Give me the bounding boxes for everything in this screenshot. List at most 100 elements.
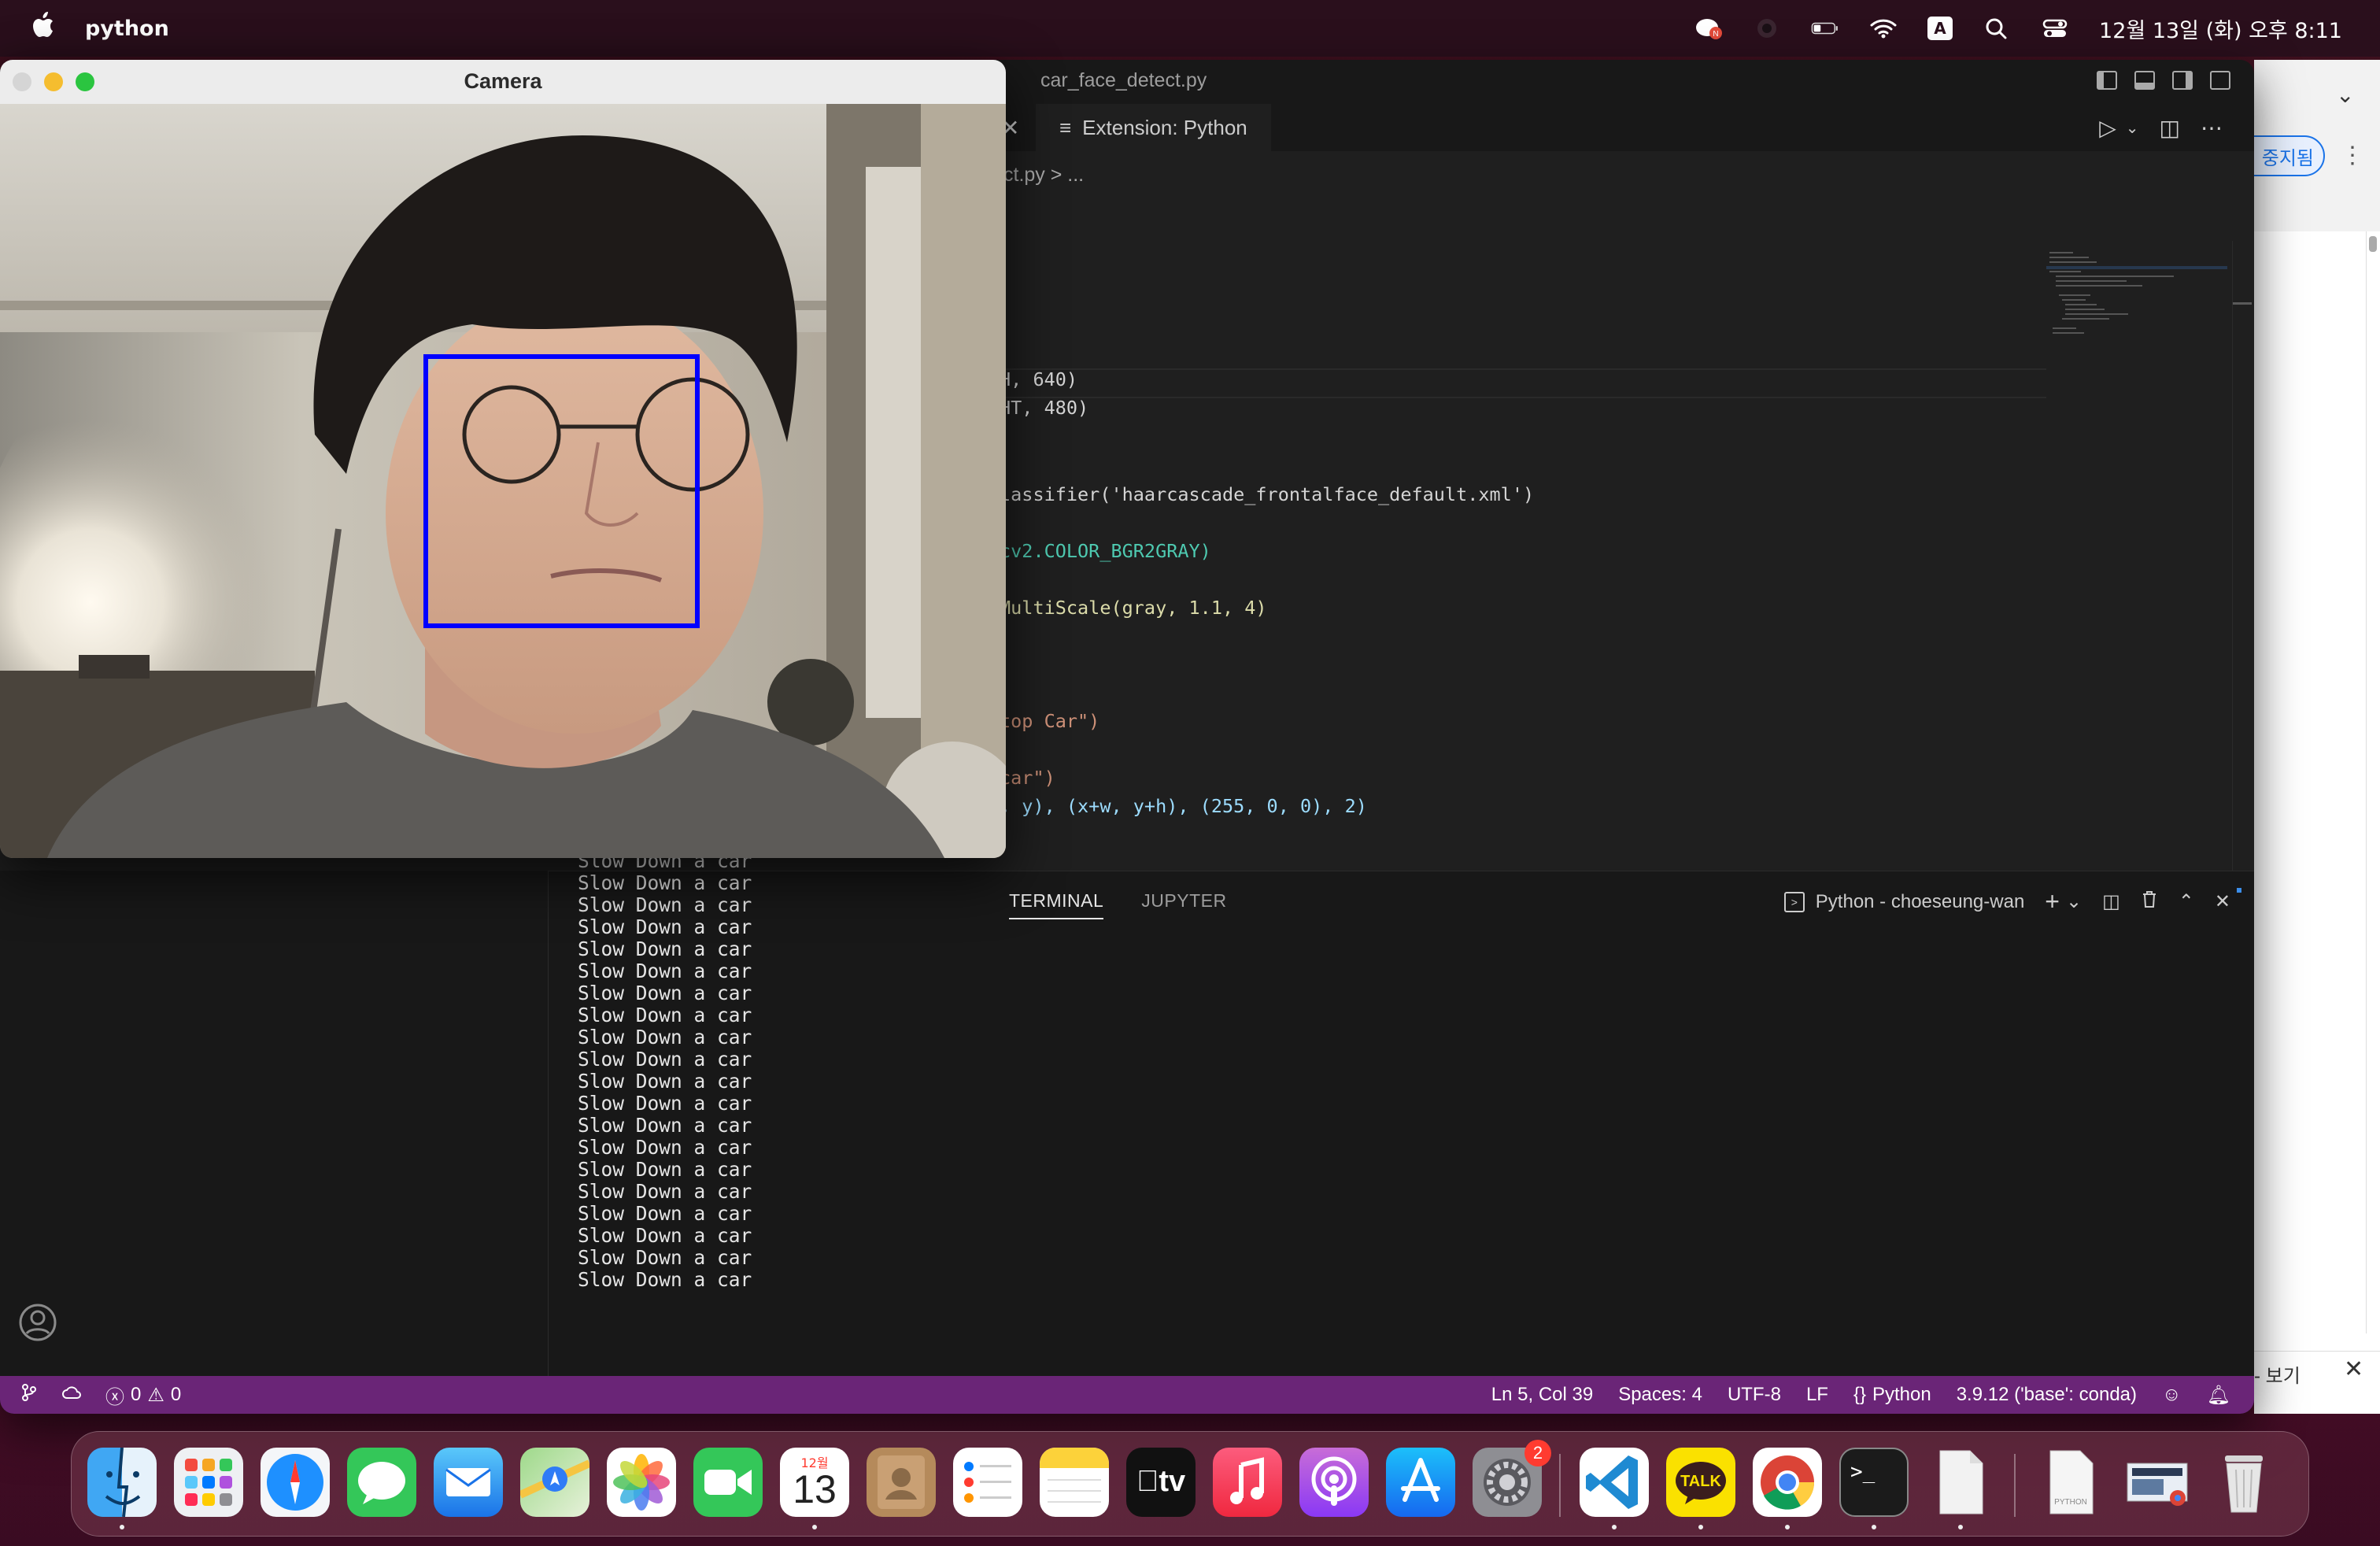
end-of-line[interactable]: LF <box>1806 1384 1828 1406</box>
kakaotalk-status-icon[interactable]: N <box>1694 17 1723 40</box>
launchpad-icon[interactable] <box>174 1448 243 1517</box>
screen-recording-icon[interactable] <box>1753 17 1781 40</box>
kakaotalk-icon[interactable]: TALK <box>1666 1448 1735 1517</box>
more-actions-icon[interactable]: ⋯ <box>2201 115 2223 142</box>
run-icon[interactable]: ▷ <box>2099 115 2116 142</box>
terminal-line: Slow Down a car <box>578 1026 752 1049</box>
code-editor[interactable]: H, 640) HT, 480) lassifier('haarcascade_… <box>1000 194 2070 871</box>
file-encoding[interactable]: UTF-8 <box>1728 1384 1781 1406</box>
menubar-clock[interactable]: 12월 13일 (화) 오후 8:11 <box>2099 13 2342 44</box>
doc-label: PYTHON <box>2054 1498 2087 1507</box>
camera-window: Camera <box>0 60 1006 858</box>
code-text: lassifier('haarcascade_frontalface_defau… <box>1000 483 1535 505</box>
finder-icon[interactable] <box>87 1448 157 1517</box>
chevron-down-icon[interactable]: ⌄ <box>2336 82 2354 108</box>
toggle-secondary-sidebar-icon[interactable] <box>2172 71 2193 90</box>
toggle-sidebar-icon[interactable] <box>2097 71 2117 90</box>
terminal-line: Slow Down a car <box>578 982 752 1004</box>
cursor-position[interactable]: Ln 5, Col 39 <box>1491 1384 1593 1406</box>
apple-menu-icon[interactable] <box>31 12 58 45</box>
accounts-icon[interactable] <box>17 1302 58 1343</box>
notes-icon[interactable] <box>1040 1448 1109 1517</box>
wifi-icon[interactable] <box>1869 17 1898 40</box>
new-terminal-icon[interactable]: + <box>2045 887 2060 916</box>
terminal-line: Slow Down a car <box>578 1158 752 1181</box>
chevron-down-icon[interactable]: ⌄ <box>2066 890 2082 913</box>
terminal-line: Slow Down a car <box>578 1092 752 1115</box>
sync-cloud-icon[interactable] <box>61 1384 82 1406</box>
camera-titlebar[interactable]: Camera <box>0 60 1006 105</box>
chevron-down-icon[interactable]: ⌄ <box>2126 115 2139 142</box>
contacts-icon[interactable] <box>867 1448 936 1517</box>
indentation[interactable]: Spaces: 4 <box>1618 1384 1702 1406</box>
podcasts-icon[interactable] <box>1299 1448 1369 1517</box>
battery-icon[interactable] <box>1811 17 1839 40</box>
trash-icon[interactable] <box>2141 890 2158 914</box>
chrome-window: ⌄ 중지됨 ⋮ - 보기 ✕ <box>2223 60 2380 1414</box>
split-terminal-icon[interactable]: ◫ <box>2102 890 2120 913</box>
trash-icon[interactable] <box>2209 1448 2278 1517</box>
current-line-highlight <box>1000 368 2046 398</box>
terminal-line: Slow Down a car <box>578 915 752 938</box>
problems-indicator[interactable]: ⓧ 0 ⚠ 0 <box>105 1381 181 1409</box>
more-vert-icon[interactable]: ⋮ <box>2341 142 2364 169</box>
maps-icon[interactable] <box>520 1448 589 1517</box>
running-indicator <box>1698 1525 1703 1529</box>
spotlight-search-icon[interactable] <box>1983 17 2011 40</box>
apple-tv-icon[interactable]: tv <box>1126 1448 1196 1517</box>
notifications-bell-icon[interactable]: 🔔︎ <box>2207 1384 2230 1407</box>
customize-layout-icon[interactable] <box>2210 71 2230 90</box>
tab-jupyter[interactable]: JUPYTER <box>1141 890 1226 919</box>
scrollbar-thumb[interactable] <box>2233 302 2252 305</box>
breadcrumb[interactable]: ct.py > ... <box>1003 164 1084 187</box>
close-icon[interactable]: ✕ <box>2344 1356 2363 1383</box>
messages-icon[interactable] <box>347 1448 416 1517</box>
feedback-icon[interactable]: ☺ <box>2162 1384 2182 1406</box>
terminal-line: Slow Down a car <box>578 1246 752 1269</box>
show-all-link[interactable]: - 보기 <box>2254 1360 2301 1388</box>
scrollbar[interactable] <box>2366 231 2380 1333</box>
language-label: Python <box>1872 1384 1931 1405</box>
terminal-name[interactable]: Python - choeseung-wan <box>1816 891 2025 913</box>
safari-icon[interactable] <box>261 1448 330 1517</box>
tab-extension-python[interactable]: ≡ Extension: Python <box>1036 104 1271 151</box>
music-icon[interactable] <box>1213 1448 1282 1517</box>
code-text: HT, 480) <box>1000 397 1089 419</box>
code-line: , y), (x+w, y+h), (255, 0, 0), 2) <box>1000 795 1367 817</box>
terminal-glyph: >_ <box>1850 1460 1876 1484</box>
maximize-panel-icon[interactable]: ⌃ <box>2179 890 2194 913</box>
editor-scrollbar[interactable] <box>2232 241 2252 871</box>
screenshot-folder-icon[interactable] <box>2123 1448 2192 1517</box>
active-app-name[interactable]: python <box>85 17 169 41</box>
terminal-output[interactable]: Slow Down a car Slow Down a car Slow Down … <box>578 828 752 1291</box>
python-interpreter[interactable]: 3.9.12 ('base': conda) <box>1957 1384 2137 1406</box>
scrollbar-thumb[interactable] <box>2369 236 2377 252</box>
warning-icon: ⚠ <box>147 1384 164 1406</box>
control-center-icon[interactable] <box>2041 17 2069 40</box>
running-indicator <box>1958 1525 1963 1529</box>
facetime-icon[interactable] <box>693 1448 763 1517</box>
running-indicator <box>1872 1525 1876 1529</box>
document-icon[interactable] <box>1926 1448 1995 1517</box>
app-store-icon[interactable] <box>1386 1448 1455 1517</box>
toggle-panel-icon[interactable] <box>2134 71 2155 90</box>
webcam-feed <box>0 104 1006 858</box>
calendar-icon[interactable]: 12월 13 <box>780 1448 849 1517</box>
photos-icon[interactable] <box>607 1448 676 1517</box>
terminal-line: Slow Down a car <box>578 1070 752 1093</box>
mail-icon[interactable] <box>434 1448 503 1517</box>
chrome-icon[interactable] <box>1753 1448 1822 1517</box>
source-control-icon[interactable] <box>20 1383 38 1407</box>
input-source-icon[interactable]: A <box>1927 17 1953 40</box>
tv-label-text: tv <box>1148 1465 1185 1498</box>
python-file-icon[interactable]: PYTHON <box>2036 1448 2105 1517</box>
tab-terminal[interactable]: TERMINAL <box>1009 890 1104 919</box>
terminal-line: Slow Down a car <box>578 893 752 916</box>
language-mode[interactable]: {} Python <box>1853 1384 1931 1406</box>
close-panel-icon[interactable]: ✕ <box>2215 890 2230 913</box>
split-editor-icon[interactable]: ◫ <box>2160 115 2180 142</box>
terminal-icon[interactable]: >_ <box>1839 1448 1909 1517</box>
reminders-icon[interactable] <box>953 1448 1022 1517</box>
vscode-icon[interactable] <box>1580 1448 1649 1517</box>
minimap[interactable] <box>2046 249 2227 359</box>
